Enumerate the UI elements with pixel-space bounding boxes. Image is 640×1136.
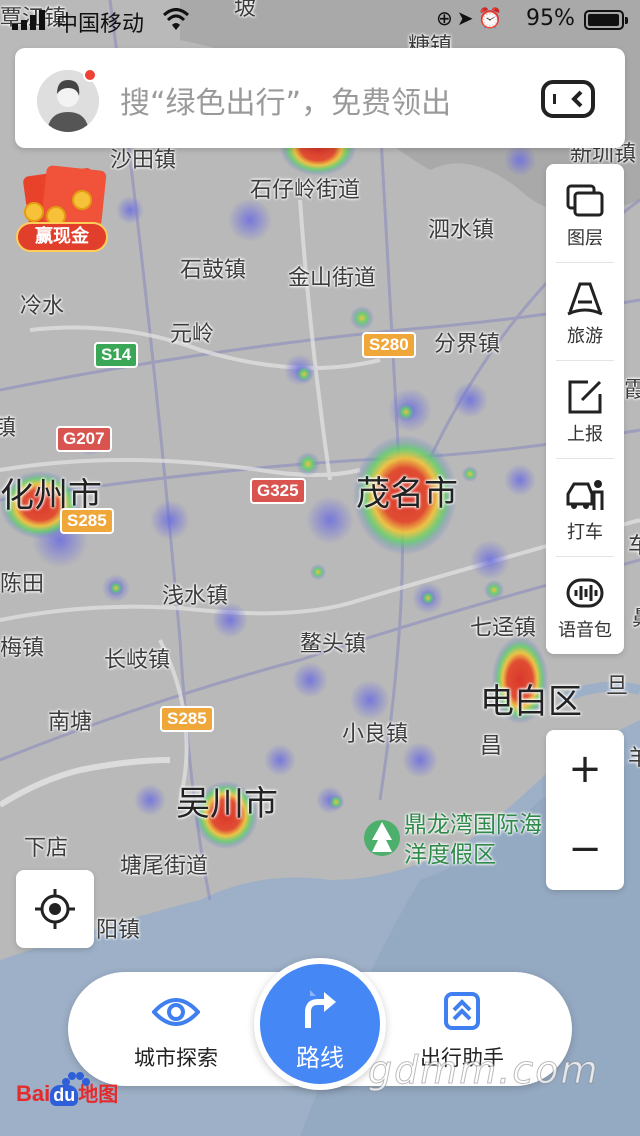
place-label: 元岭 (170, 322, 215, 347)
place-label: 霞 (624, 378, 640, 403)
place-label: 镇 (0, 416, 17, 441)
layers-label: 图层 (567, 228, 603, 249)
place-label: 陈田 (0, 572, 45, 597)
wifi-icon (162, 8, 190, 30)
travel-button[interactable]: 旅游 (546, 262, 624, 360)
notification-dot (83, 68, 97, 82)
signal-icon (12, 10, 45, 30)
place-label: 鳌头镇 (300, 632, 367, 657)
taxi-label: 打车 (567, 522, 603, 543)
road-shield-g207: G207 (56, 426, 112, 452)
voice-pack-label: 语音包 (558, 620, 612, 641)
place-label: 石仔岭街道 (250, 178, 361, 203)
place-label: 旦 (606, 674, 629, 699)
coin-icon (24, 202, 44, 222)
place-label: 浅水镇 (162, 584, 229, 609)
city-explore-label: 城市探索 (134, 1046, 218, 1070)
battery-icon (584, 10, 628, 30)
baidu-map-logo: Bai du 地图 (16, 1072, 118, 1118)
poi-label-dinglongwan[interactable]: 鼎龙湾国际海洋度假区 (404, 810, 544, 870)
road-shield-g325: G325 (250, 478, 306, 504)
place-label: 梅镇 (0, 636, 45, 661)
place-label: 鼻 (632, 600, 640, 632)
voice-search-icon[interactable] (541, 80, 595, 118)
layers-button[interactable]: 图层 (546, 164, 624, 262)
battery-percent: 95% (526, 6, 575, 31)
report-button[interactable]: 上报 (546, 360, 624, 458)
place-label: 阳镇 (96, 918, 141, 943)
alarm-icon: ⏰ (477, 6, 507, 30)
coin-icon (72, 190, 92, 210)
place-label: 分界镇 (434, 332, 501, 357)
place-label: 小良镇 (342, 722, 409, 747)
road-shield-s285: S285 (60, 508, 114, 534)
zoom-out-button[interactable]: − (546, 810, 624, 890)
travel-icon (567, 282, 603, 316)
city-label-maoming[interactable]: 茂名市 (356, 466, 458, 515)
route-button[interactable]: 路线 (254, 958, 386, 1090)
travel-label: 旅游 (567, 326, 603, 347)
carrier-name: 中国移动 (56, 12, 145, 37)
place-label: 石鼓镇 (180, 258, 247, 283)
voice-pack-icon (566, 578, 604, 608)
place-label: 七迳镇 (470, 616, 537, 641)
zoom-control: + − (546, 730, 624, 890)
promo-red-envelope[interactable]: 赢现金 (16, 165, 108, 254)
place-label: 下店 (24, 836, 69, 861)
place-label: 昌 (480, 734, 503, 759)
map-toolbar: 图层 旅游 上报 打车 语音包 (546, 164, 624, 654)
taxi-button[interactable]: 打车 (546, 458, 624, 556)
city-explore-button[interactable]: 城市探索 (96, 972, 256, 1086)
city-label-dianbai[interactable]: 电白区 (480, 674, 582, 723)
place-label: 金山街道 (288, 266, 377, 291)
paw-icon (62, 1072, 90, 1086)
eye-icon (152, 998, 200, 1026)
status-bar: 中国移动 ⊕➤⏰ 95% (0, 0, 640, 40)
zoom-in-button[interactable]: + (546, 730, 624, 810)
place-label: 长岐镇 (104, 648, 171, 673)
report-label: 上报 (567, 424, 603, 445)
place-label: 羊 (628, 746, 640, 771)
voice-pack-button[interactable]: 语音包 (546, 556, 624, 654)
locate-me-button[interactable] (16, 870, 94, 948)
crosshair-icon (35, 889, 75, 929)
place-label: 冷水 (20, 294, 65, 319)
assistant-icon (444, 992, 480, 1030)
road-shield-s280: S280 (362, 332, 416, 358)
search-bar[interactable]: 搜“绿色出行”，免费领出 (15, 48, 625, 148)
lock-rotation-icon: ⊕ (436, 6, 457, 30)
place-label: 泗水镇 (428, 218, 495, 243)
place-label: 车 (628, 534, 640, 559)
road-shield-s285: S285 (160, 706, 214, 732)
route-arrow-icon (305, 990, 336, 1028)
place-label: 南塘 (48, 710, 93, 735)
taxi-icon (566, 480, 604, 510)
location-arrow-icon: ➤ (456, 6, 478, 30)
route-label: 路线 (296, 1044, 344, 1072)
road-shield-s14: S14 (94, 342, 139, 368)
status-icons: ⊕➤⏰ (436, 6, 506, 30)
watermark: gdmm.com (368, 1048, 600, 1093)
report-icon (568, 380, 602, 414)
promo-label: 赢现金 (16, 222, 108, 252)
layers-icon (566, 184, 604, 217)
place-label: 塘尾街道 (120, 854, 209, 879)
logo-bai: Bai (16, 1081, 51, 1106)
search-input[interactable]: 搜“绿色出行”，免费领出 (120, 78, 451, 122)
city-label-wuchuan[interactable]: 吴川市 (176, 776, 278, 825)
